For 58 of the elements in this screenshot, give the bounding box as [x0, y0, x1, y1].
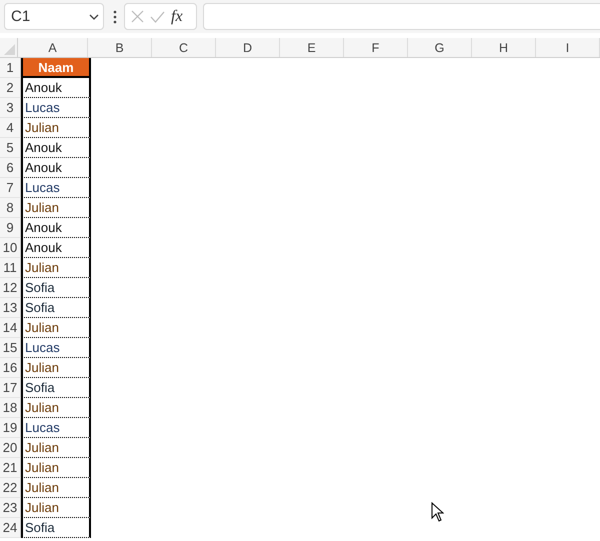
insert-function-button[interactable]: fx	[171, 8, 183, 26]
checkmark-icon[interactable]	[150, 10, 165, 22]
table-cell[interactable]: Julian	[21, 118, 91, 138]
table-cell[interactable]: Lucas	[21, 338, 91, 358]
table-cell[interactable]: Julian	[21, 198, 91, 218]
table-cell[interactable]: Julian	[21, 258, 91, 278]
table-cell[interactable]: Julian	[21, 438, 91, 458]
table-cell[interactable]: Sofia	[21, 378, 91, 398]
corner-triangle-icon	[4, 44, 15, 55]
row-header[interactable]: 15	[0, 338, 21, 358]
table-cell[interactable]: Anouk	[21, 238, 91, 258]
row-header[interactable]: 11	[0, 258, 21, 278]
row-header[interactable]: 1	[0, 58, 21, 78]
row-header[interactable]: 24	[0, 518, 21, 538]
row-header[interactable]: 23	[0, 498, 21, 518]
table-cell[interactable]: Julian	[21, 358, 91, 378]
row-header[interactable]: 4	[0, 118, 21, 138]
table-cell[interactable]: Anouk	[21, 138, 91, 158]
row-header[interactable]: 9	[0, 218, 21, 238]
table-cell[interactable]: Anouk	[21, 218, 91, 238]
table-cell[interactable]: Sofia	[21, 518, 91, 538]
cell-reference: C1	[11, 8, 30, 25]
table-cell[interactable]: Julian	[21, 458, 91, 478]
table-cell[interactable]: Julian	[21, 318, 91, 338]
table-cell[interactable]: Sofia	[21, 278, 91, 298]
chevron-down-icon[interactable]	[89, 14, 99, 20]
row-header[interactable]: 12	[0, 278, 21, 298]
table-cell[interactable]: Sofia	[21, 298, 91, 318]
row-header[interactable]: 10	[0, 238, 21, 258]
row-header[interactable]: 5	[0, 138, 21, 158]
row-header[interactable]: 18	[0, 398, 21, 418]
row-header[interactable]: 2	[0, 78, 21, 98]
row-header[interactable]: 8	[0, 198, 21, 218]
row-header[interactable]: 19	[0, 418, 21, 438]
row-header[interactable]: 14	[0, 318, 21, 338]
row-header[interactable]: 22	[0, 478, 21, 498]
header-cell[interactable]: Naam	[21, 58, 91, 78]
table-cell[interactable]: Anouk	[21, 78, 91, 98]
row-header[interactable]: 21	[0, 458, 21, 478]
row-header[interactable]: 6	[0, 158, 21, 178]
row-header[interactable]: 13	[0, 298, 21, 318]
table-cell[interactable]: Lucas	[21, 178, 91, 198]
mouse-pointer-icon	[431, 502, 444, 523]
row-header[interactable]: 7	[0, 178, 21, 198]
table-cell[interactable]: Julian	[21, 478, 91, 498]
row-header[interactable]: 16	[0, 358, 21, 378]
table-cell[interactable]: Anouk	[21, 158, 91, 178]
row-header[interactable]: 3	[0, 98, 21, 118]
more-options-icon[interactable]	[113, 10, 117, 24]
cancel-icon[interactable]	[131, 10, 144, 23]
formula-field[interactable]	[203, 3, 600, 30]
row-header[interactable]: 20	[0, 438, 21, 458]
table-cell[interactable]: Julian	[21, 398, 91, 418]
name-box[interactable]: C1	[4, 3, 104, 30]
table-cell[interactable]: Julian	[21, 498, 91, 518]
row-header[interactable]: 17	[0, 378, 21, 398]
table-cell[interactable]: Lucas	[21, 98, 91, 118]
table-cell[interactable]: Lucas	[21, 418, 91, 438]
